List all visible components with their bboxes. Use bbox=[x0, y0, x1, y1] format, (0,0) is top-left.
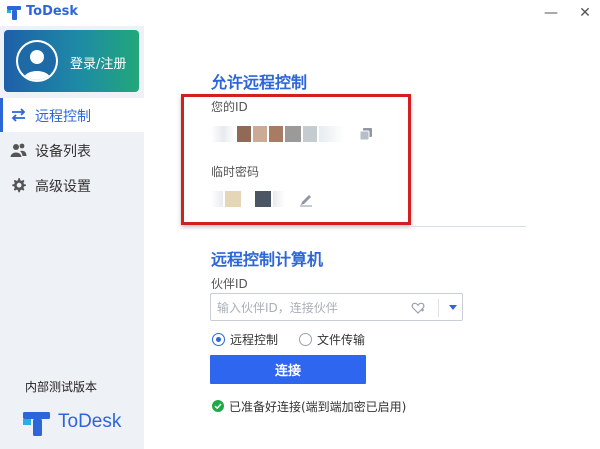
swap-arrows-icon bbox=[11, 108, 26, 122]
radio-remote-control[interactable]: 远程控制 bbox=[212, 330, 278, 348]
sidebar-item-device-list[interactable]: 设备列表 bbox=[0, 133, 144, 167]
section-divider bbox=[210, 226, 526, 227]
main-panel: 允许远程控制 您的ID 临时密码 远程控制计算机 伙伴ID 输入伙伴ID，连接伙… bbox=[144, 26, 600, 449]
build-version-label: 内部测试版本 bbox=[25, 380, 98, 394]
history-dropdown-button[interactable] bbox=[443, 294, 463, 320]
status-text: 已准备好连接(端到端加密已启用) bbox=[229, 399, 407, 414]
todesk-logo-icon bbox=[7, 6, 21, 20]
favorite-heart-icon[interactable] bbox=[411, 301, 425, 315]
login-button[interactable]: 登录/注册 bbox=[4, 30, 139, 92]
radio-label: 远程控制 bbox=[230, 332, 279, 347]
todesk-logo-icon bbox=[23, 412, 50, 436]
device-id-label: 您的ID bbox=[211, 100, 248, 114]
gear-icon bbox=[12, 178, 26, 193]
copy-icon[interactable] bbox=[359, 127, 373, 141]
check-circle-icon bbox=[212, 400, 224, 412]
dropdown-separator bbox=[438, 299, 439, 317]
partner-id-label: 伙伴ID bbox=[211, 277, 248, 291]
connect-button[interactable]: 连接 bbox=[210, 355, 366, 384]
user-avatar-icon bbox=[18, 42, 56, 80]
radio-dot bbox=[212, 332, 225, 346]
sidebar-item-label: 远程控制 bbox=[35, 109, 91, 125]
partner-id-input[interactable] bbox=[217, 298, 407, 318]
edit-pencil-icon[interactable] bbox=[299, 193, 313, 207]
sidebar: 登录/注册 远程控制 设备列表 高级设置 内部测试版本 ToDesk bbox=[0, 26, 144, 449]
sidebar-item-label: 设备列表 bbox=[35, 144, 91, 160]
sidebar-item-advanced-settings[interactable]: 高级设置 bbox=[0, 168, 144, 202]
radio-dot bbox=[299, 332, 312, 346]
sidebar-item-remote-control[interactable]: 远程控制 bbox=[0, 98, 144, 132]
brand-logo: ToDesk bbox=[22, 410, 132, 438]
temp-password-value bbox=[211, 191, 291, 207]
users-icon bbox=[10, 143, 27, 157]
sidebar-item-label: 高级设置 bbox=[35, 179, 91, 195]
title-bar: ToDesk — ✕ bbox=[0, 0, 600, 26]
brand-text: ToDesk bbox=[58, 411, 122, 432]
allow-remote-title: 允许远程控制 bbox=[211, 73, 308, 92]
connection-status: 已准备好连接(端到端加密已启用) bbox=[212, 398, 406, 414]
partner-id-field[interactable] bbox=[210, 293, 463, 321]
radio-file-transfer[interactable]: 文件传输 bbox=[299, 330, 365, 348]
close-button[interactable]: ✕ bbox=[570, 0, 600, 26]
radio-label: 文件传输 bbox=[317, 332, 366, 347]
login-label: 登录/注册 bbox=[70, 57, 127, 72]
avatar bbox=[16, 40, 58, 82]
window-title: ToDesk bbox=[26, 4, 79, 19]
temp-password-label: 临时密码 bbox=[211, 165, 260, 179]
caret-down-icon bbox=[449, 304, 457, 310]
minimize-button[interactable]: — bbox=[536, 0, 566, 26]
device-id-value bbox=[211, 126, 351, 142]
remote-control-title: 远程控制计算机 bbox=[211, 250, 324, 269]
